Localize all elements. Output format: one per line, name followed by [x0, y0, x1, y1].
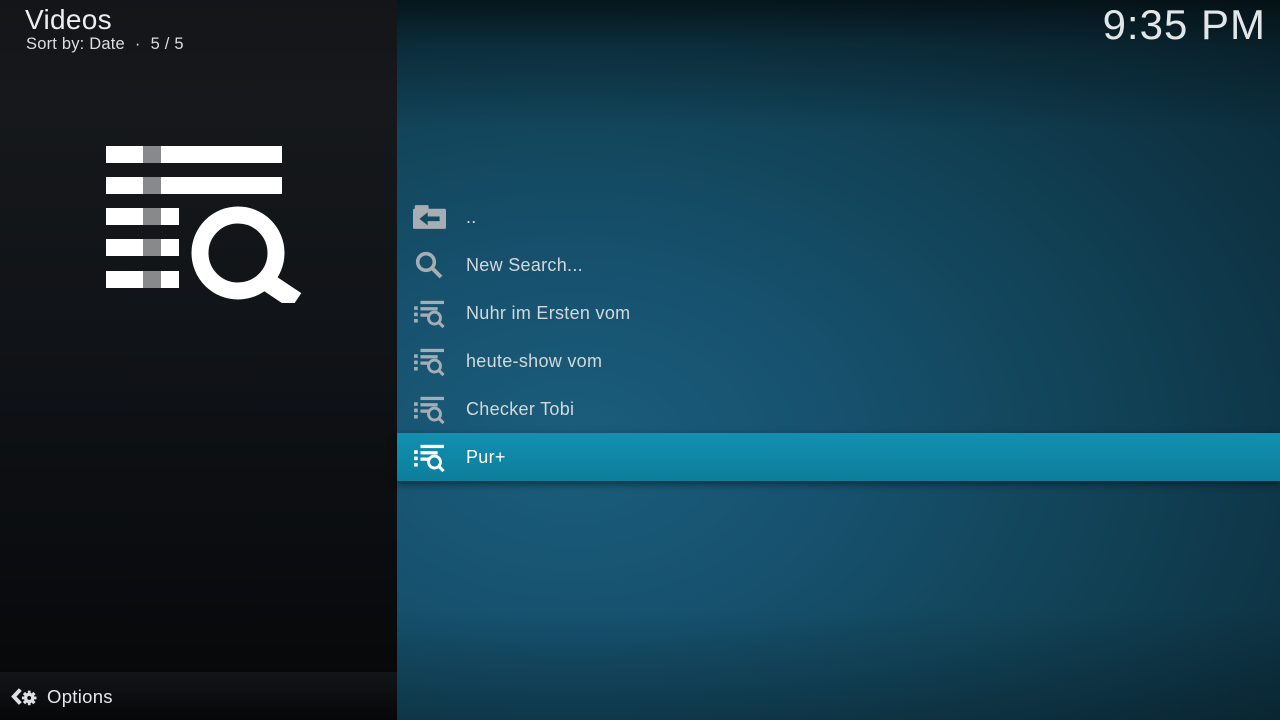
file-list: .. New Search... Nuhr im Ersten vom — [397, 193, 1280, 481]
saved-search-icon — [411, 439, 447, 475]
search-icon — [411, 247, 447, 283]
folder-back-icon — [411, 199, 447, 235]
saved-search-icon — [411, 343, 447, 379]
list-item-label: Nuhr im Ersten vom — [466, 303, 630, 324]
list-item-saved-search[interactable]: Nuhr im Ersten vom — [397, 289, 1280, 337]
list-item-label: .. — [466, 207, 477, 228]
options-gear-icon — [11, 683, 39, 711]
sort-by-label: Sort by: Date — [26, 35, 125, 54]
list-item-saved-search[interactable]: heute-show vom — [397, 337, 1280, 385]
list-item-saved-search[interactable]: Checker Tobi — [397, 385, 1280, 433]
saved-search-icon — [411, 391, 447, 427]
list-item-parent-folder[interactable]: .. — [397, 193, 1280, 241]
sidebar-panel: Videos Sort by: Date · 5 / 5 — [0, 0, 397, 720]
options-label: Options — [47, 686, 113, 708]
list-item-label: Checker Tobi — [466, 399, 574, 420]
saved-search-large-icon — [106, 143, 303, 303]
sort-status-line: Sort by: Date · 5 / 5 — [26, 35, 184, 54]
page-title: Videos — [25, 4, 112, 36]
saved-search-icon — [411, 295, 447, 331]
list-item-saved-search-selected[interactable]: Pur+ — [397, 433, 1280, 481]
options-button[interactable]: Options — [0, 672, 397, 720]
list-item-label: heute-show vom — [466, 351, 602, 372]
clock: 9:35 PM — [1103, 1, 1266, 49]
list-item-label: Pur+ — [466, 447, 506, 468]
list-item-new-search[interactable]: New Search... — [397, 241, 1280, 289]
item-position-counter: 5 / 5 — [151, 35, 184, 54]
list-item-label: New Search... — [466, 255, 583, 276]
separator-dot: · — [135, 35, 141, 54]
